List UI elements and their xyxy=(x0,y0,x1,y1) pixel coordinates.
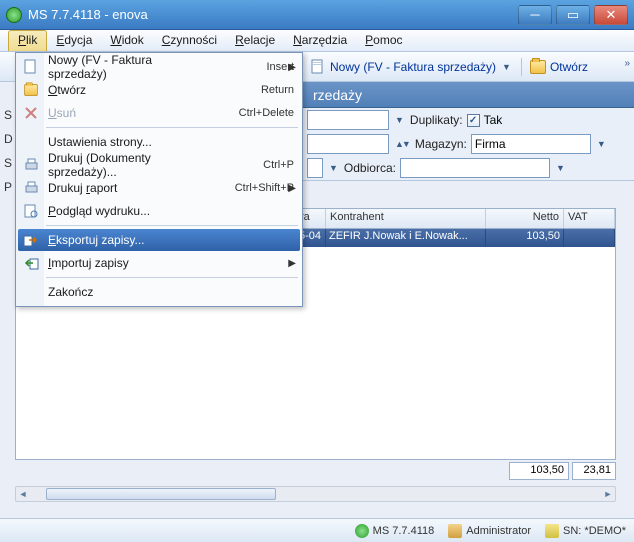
folder-icon xyxy=(22,81,40,99)
total-vat: 23,81 xyxy=(572,462,616,480)
menu-otworz[interactable]: Otwórz Return xyxy=(18,79,300,101)
printer-icon xyxy=(22,156,40,174)
scroll-right-icon[interactable]: ► xyxy=(601,487,615,501)
user-icon xyxy=(448,524,462,538)
menu-narzedzia[interactable]: Narzędzia xyxy=(284,30,356,51)
menu-widok[interactable]: Widok xyxy=(101,30,152,51)
spinner-icon[interactable]: ▲▼ xyxy=(393,139,411,149)
cell-kontrahent: ZEFIR J.Nowak i E.Nowak... xyxy=(326,229,486,247)
menu-plik[interactable]: Plik xyxy=(8,30,47,51)
tab-header: rzedaży xyxy=(303,82,634,108)
odbiorca-label: Odbiorca: xyxy=(344,161,396,175)
filter-panel: ▼ Duplikaty: ✓ Tak ▲▼ Magazyn: ▼ ▼ Odbio… xyxy=(303,108,634,181)
key-icon xyxy=(545,524,559,538)
plik-dropdown-menu: Nowy (FV - Faktura sprzedaży) Insert ▶ O… xyxy=(15,52,303,307)
scroll-left-icon[interactable]: ◄ xyxy=(16,487,30,501)
menu-nowy[interactable]: Nowy (FV - Faktura sprzedaży) Insert ▶ xyxy=(18,56,300,78)
dropdown-arrow-icon[interactable]: ▼ xyxy=(595,139,608,149)
title-bar: MS 7.7.4118 - enova ─ ▭ ✕ xyxy=(0,0,634,30)
menu-importuj-zapisy[interactable]: Importuj zapisy ▶ xyxy=(18,252,300,274)
cell-vat xyxy=(564,229,615,247)
toolbar-otworz[interactable]: Otwórz xyxy=(550,60,588,74)
col-netto[interactable]: Netto xyxy=(486,209,564,228)
minimize-button[interactable]: ─ xyxy=(518,5,552,25)
close-button[interactable]: ✕ xyxy=(594,5,628,25)
open-folder-icon xyxy=(530,60,546,74)
menu-eksportuj-zapisy[interactable]: Eksportuj zapisy... xyxy=(18,229,300,251)
submenu-arrow-icon: ▶ xyxy=(288,62,296,73)
maximize-button[interactable]: ▭ xyxy=(556,5,590,25)
menu-drukuj-raport[interactable]: Drukuj raport Ctrl+Shift+P ▶ xyxy=(18,177,300,199)
totals-row: 103,50 23,81 xyxy=(509,462,616,484)
toolbar-nowy[interactable]: Nowy (FV - Faktura sprzedaży) xyxy=(330,60,496,74)
menu-ustawienia-strony[interactable]: Ustawienia strony... xyxy=(18,131,300,153)
menu-usun[interactable]: Usuń Ctrl+Delete xyxy=(18,102,300,124)
cell-netto: 103,50 xyxy=(486,229,564,247)
menu-bar: Plik Edycja Widok Czynności Relacje Narz… xyxy=(0,30,634,52)
toolbar-expand-icon[interactable]: » xyxy=(624,58,630,69)
menu-zakoncz[interactable]: Zakończ xyxy=(18,281,300,303)
dropdown-arrow-icon[interactable]: ▼ xyxy=(393,115,406,125)
menu-drukuj-dokumenty[interactable]: Drukuj (Dokumenty sprzedaży)... Ctrl+P xyxy=(18,154,300,176)
printer-icon xyxy=(22,179,40,197)
submenu-arrow-icon: ▶ xyxy=(288,258,296,269)
status-user: Administrator xyxy=(466,525,531,537)
dropdown-arrow-icon[interactable]: ▼ xyxy=(327,163,340,173)
submenu-arrow-icon: ▶ xyxy=(288,183,296,194)
app-icon xyxy=(6,7,22,23)
window-title: MS 7.7.4118 - enova xyxy=(28,7,518,22)
horizontal-scrollbar[interactable]: ◄ ► xyxy=(15,486,616,502)
scroll-thumb[interactable] xyxy=(46,488,276,500)
col-vat[interactable]: VAT xyxy=(564,209,615,228)
menu-podglad-wydruku[interactable]: Podgląd wydruku... xyxy=(18,200,300,222)
magazyn-label: Magazyn: xyxy=(415,137,467,151)
delete-icon xyxy=(22,104,40,122)
dropdown-arrow-icon[interactable]: ▼ xyxy=(554,163,567,173)
import-icon xyxy=(22,254,40,272)
magazyn-field[interactable] xyxy=(471,134,591,154)
menu-pomoc[interactable]: Pomoc xyxy=(356,30,411,51)
new-doc-icon xyxy=(310,59,326,75)
dropdown-arrow-icon[interactable]: ▼ xyxy=(500,62,513,72)
left-labels: S D S P xyxy=(0,108,15,204)
col-kontrahent[interactable]: Kontrahent xyxy=(326,209,486,228)
export-icon xyxy=(22,231,40,249)
duplikaty-value: Tak xyxy=(484,113,503,127)
menu-czynnosci[interactable]: Czynności xyxy=(153,30,226,51)
filter-small[interactable] xyxy=(307,158,323,178)
new-doc-icon xyxy=(22,58,40,76)
duplikaty-checkbox[interactable]: ✓ xyxy=(467,114,480,127)
status-bar: MS 7.7.4118 Administrator SN: *DEMO* xyxy=(0,518,634,542)
odbiorca-field[interactable] xyxy=(400,158,550,178)
menu-edycja[interactable]: Edycja xyxy=(47,30,101,51)
status-sn: SN: *DEMO* xyxy=(563,525,626,537)
filter-field-1[interactable] xyxy=(307,110,389,130)
preview-icon xyxy=(22,202,40,220)
filter-field-2[interactable] xyxy=(307,134,389,154)
duplikaty-label: Duplikaty: xyxy=(410,113,463,127)
app-status-icon xyxy=(355,524,369,538)
status-version: MS 7.7.4118 xyxy=(373,525,435,537)
total-netto: 103,50 xyxy=(509,462,569,480)
tab-title: rzedaży xyxy=(313,87,362,103)
menu-relacje[interactable]: Relacje xyxy=(226,30,284,51)
